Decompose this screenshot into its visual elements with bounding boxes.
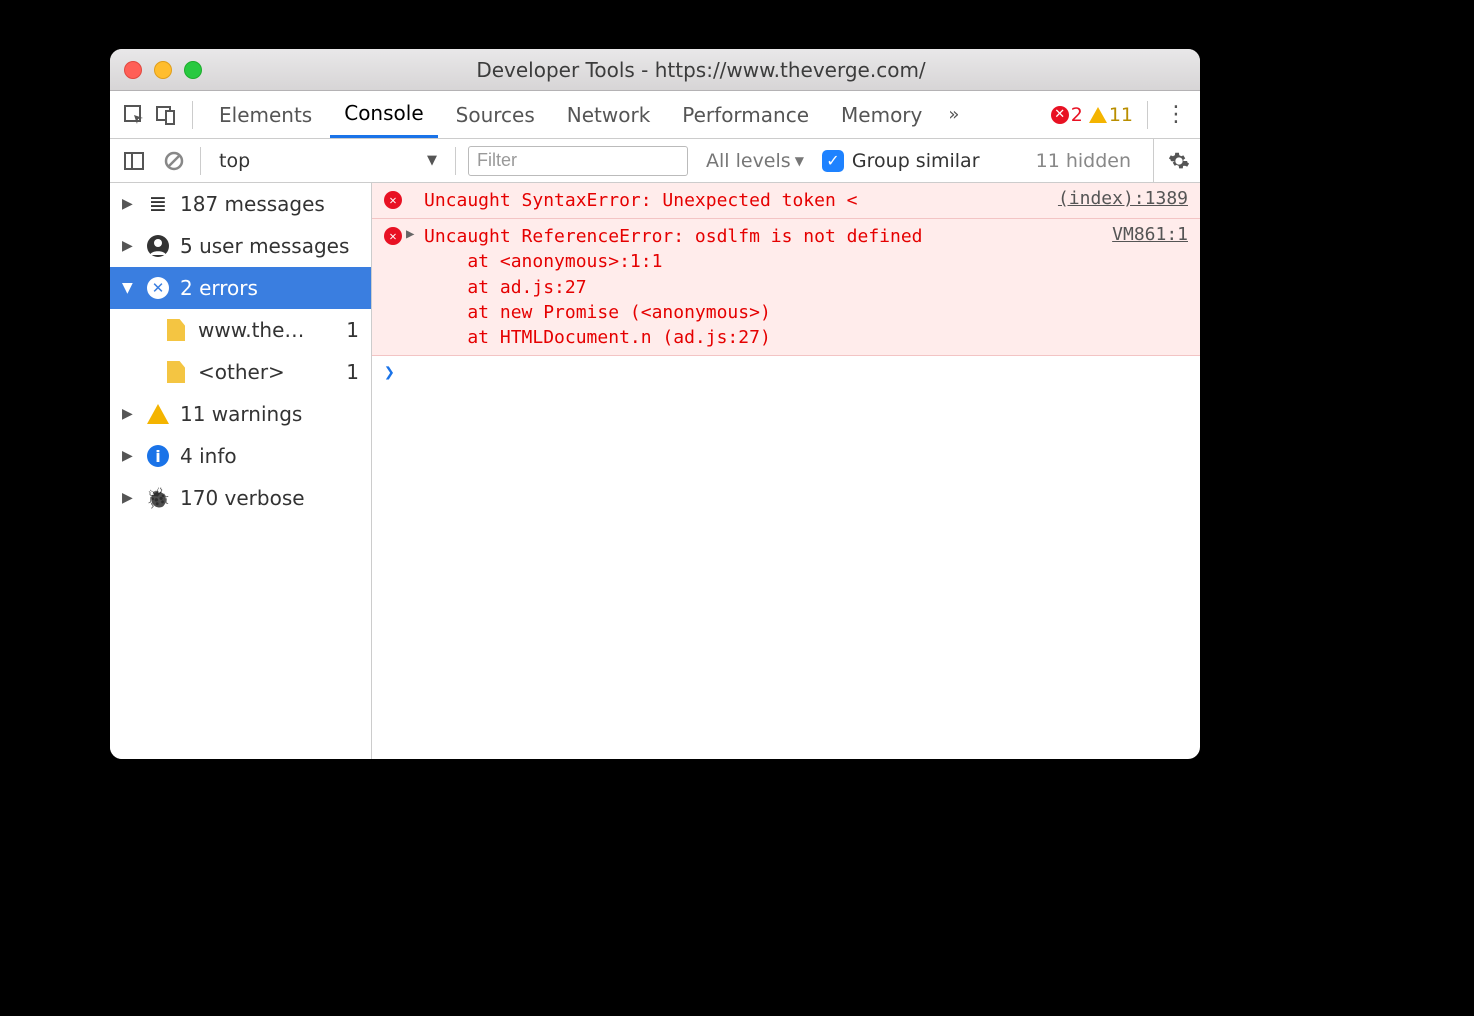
dropdown-icon: ▼ [427,153,437,168]
filter-input[interactable] [468,146,688,176]
close-window-button[interactable] [124,61,142,79]
sidebar-item-messages[interactable]: ▶ 187 messages [110,183,371,225]
window-title: Developer Tools - https://www.theverge.c… [216,58,1186,82]
sidebar-item-verbose[interactable]: ▶ 170 verbose [110,477,371,519]
info-icon: i [146,445,170,467]
tab-sources[interactable]: Sources [442,91,549,138]
group-similar-label: Group similar [852,150,980,172]
error-count: 2 [1071,104,1083,126]
error-icon: ✕ [384,224,406,245]
disclosure-triangle-icon: ▶ [122,238,136,254]
console-filterbar: top ▼ All levels ▼ ✓ Group similar 11 hi… [110,139,1200,183]
sidebar-item-label: 187 messages [180,192,359,216]
toggle-sidebar-icon[interactable] [120,147,148,175]
checkbox-checked-icon: ✓ [822,150,844,172]
sidebar-item-label: www.the… [198,318,336,342]
log-levels-label: All levels [706,150,791,172]
disclosure-triangle-icon[interactable]: ▶ [406,226,424,242]
warning-icon [146,404,170,424]
sidebar-item-count: 1 [346,318,359,342]
disclosure-triangle-icon: ▶ [122,406,136,422]
error-icon: ✕ [384,188,406,209]
minimize-window-button[interactable] [154,61,172,79]
sidebar-item-label: 2 errors [180,276,359,300]
warning-count-badge[interactable]: 11 [1089,104,1133,126]
tab-memory[interactable]: Memory [827,91,936,138]
sidebar-error-source[interactable]: www.the… 1 [110,309,371,351]
tab-console[interactable]: Console [330,91,437,138]
sidebar-item-errors[interactable]: ▼ ✕ 2 errors [110,267,371,309]
console-settings-icon[interactable] [1153,139,1190,182]
group-similar-checkbox[interactable]: ✓ Group similar [822,150,980,172]
toggle-device-toolbar-icon[interactable] [152,101,180,129]
warning-count: 11 [1109,104,1133,126]
zoom-window-button[interactable] [184,61,202,79]
sidebar-item-count: 1 [346,360,359,384]
file-icon [164,361,188,383]
sidebar-item-info[interactable]: ▶ i 4 info [110,435,371,477]
inspect-element-icon[interactable] [120,101,148,129]
sidebar-error-source[interactable]: <other> 1 [110,351,371,393]
console-error-row[interactable]: ✕ Uncaught SyntaxError: Unexpected token… [372,183,1200,219]
tab-elements[interactable]: Elements [205,91,326,138]
console-main: ▶ 187 messages ▶ 5 user messages ▼ ✕ 2 e… [110,183,1200,759]
sidebar-item-warnings[interactable]: ▶ 11 warnings [110,393,371,435]
panel-tabbar: Elements Console Sources Network Perform… [110,91,1200,139]
disclosure-triangle-icon: ▶ [122,490,136,506]
titlebar: Developer Tools - https://www.theverge.c… [110,49,1200,91]
disclosure-triangle-icon: ▶ [122,196,136,212]
sidebar-item-user-messages[interactable]: ▶ 5 user messages [110,225,371,267]
disclosure-triangle-icon: ▼ [122,280,136,296]
more-tabs-icon[interactable]: » [940,104,967,125]
settings-menu-icon[interactable]: ⋮ [1162,101,1190,129]
disclosure-triangle-icon: ▶ [122,448,136,464]
dropdown-icon: ▼ [795,154,804,168]
source-link[interactable]: VM861:1 [1112,224,1188,245]
source-link[interactable]: (index):1389 [1058,188,1188,209]
sidebar-item-label: 4 info [180,444,359,468]
error-message: Uncaught ReferenceError: osdlfm is not d… [424,224,1100,350]
log-levels-dropdown[interactable]: All levels ▼ [700,150,810,172]
error-message: Uncaught SyntaxError: Unexpected token < [424,188,1046,213]
tab-performance[interactable]: Performance [668,91,823,138]
clear-console-icon[interactable] [160,147,188,175]
list-icon [146,192,170,217]
console-prompt[interactable]: ❯ [372,356,1200,389]
user-icon [146,235,170,257]
context-selector-value: top [219,150,250,172]
context-selector[interactable]: top ▼ [213,150,443,172]
error-icon: ✕ [146,277,170,299]
sidebar-item-label: 5 user messages [180,234,359,258]
bug-icon [146,486,170,510]
hidden-count[interactable]: 11 hidden [1036,150,1131,172]
console-output: ✕ Uncaught SyntaxError: Unexpected token… [372,183,1200,759]
file-icon [164,319,188,341]
traffic-lights [124,61,202,79]
sidebar-item-label: <other> [198,360,336,384]
tab-network[interactable]: Network [553,91,665,138]
devtools-window: Developer Tools - https://www.theverge.c… [110,49,1200,759]
console-error-row[interactable]: ✕ ▶ Uncaught ReferenceError: osdlfm is n… [372,219,1200,356]
sidebar-item-label: 170 verbose [180,486,359,510]
sidebar-item-label: 11 warnings [180,402,359,426]
error-count-badge[interactable]: ✕ 2 [1051,104,1083,126]
console-sidebar: ▶ 187 messages ▶ 5 user messages ▼ ✕ 2 e… [110,183,372,759]
